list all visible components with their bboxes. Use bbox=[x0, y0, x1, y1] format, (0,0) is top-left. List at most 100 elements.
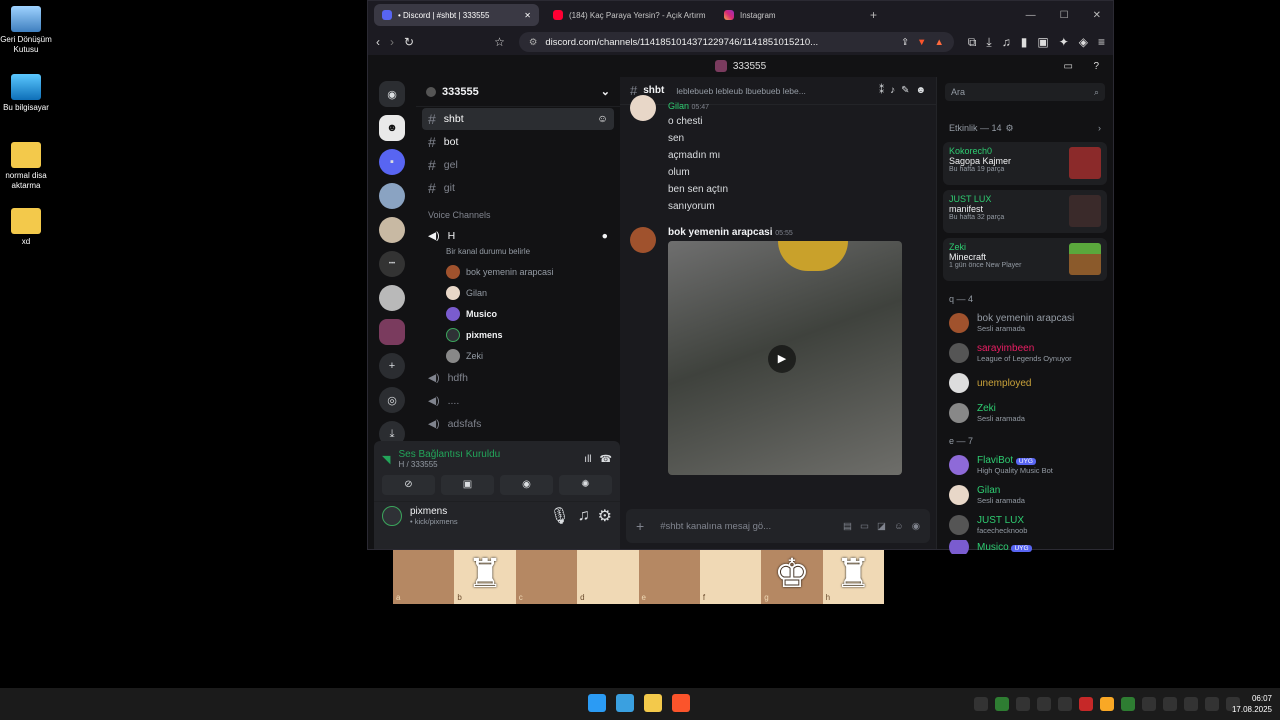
pin-icon[interactable]: ✎ bbox=[901, 85, 909, 96]
member-row[interactable]: bok yemenin arapcasi Sesli aramada bbox=[937, 308, 1113, 338]
server-avatar-3[interactable] bbox=[379, 217, 405, 243]
server-avatar-5[interactable] bbox=[379, 285, 405, 311]
reload-icon[interactable]: ↻ bbox=[404, 35, 414, 49]
desktop-icon-xd[interactable]: xd bbox=[0, 208, 52, 247]
widgets-icon[interactable] bbox=[616, 694, 634, 712]
tab-youtube[interactable]: (184) Kaç Paraya Yersin? - Açık Artırm bbox=[545, 4, 710, 26]
brave-shields-icon[interactable]: ▼ bbox=[917, 37, 926, 48]
server-avatar-2[interactable] bbox=[379, 183, 405, 209]
message-author[interactable]: bok yemenin arapcasi bbox=[668, 227, 773, 238]
address-bar[interactable]: ⚙ discord.com/channels/11418510143712297… bbox=[518, 32, 954, 52]
desktop-icon-recycle-bin[interactable]: Geri Dönüşüm Kutusu bbox=[0, 6, 52, 55]
server-avatar-1[interactable]: ☻ bbox=[379, 115, 405, 141]
server-header[interactable]: 333555 ⌄ bbox=[416, 77, 620, 107]
menu-icon[interactable]: ≡ bbox=[1098, 35, 1105, 49]
voice-user[interactable]: bok yemenin arapcasi bbox=[416, 261, 620, 282]
disconnect-icon[interactable]: ☎ bbox=[600, 454, 612, 465]
connection-title[interactable]: Ses Bağlantısı Kuruldu bbox=[398, 449, 500, 460]
activity-card[interactable]: Kokorech0 Sagopa Kajmer Bu hafta 19 parç… bbox=[943, 142, 1107, 185]
share-icon[interactable]: ⇪ bbox=[901, 37, 909, 48]
member-row[interactable]: Zeki Sesli aramada bbox=[937, 398, 1113, 428]
help-icon[interactable]: ? bbox=[1093, 61, 1099, 72]
chess-square[interactable]: e bbox=[638, 550, 700, 604]
voice-channel-dots[interactable]: ◀).... bbox=[422, 390, 614, 412]
steam-icon[interactable] bbox=[1058, 697, 1072, 711]
sidebar-icon[interactable]: ▮ bbox=[1021, 35, 1028, 49]
media-icon[interactable]: ♫ bbox=[1002, 35, 1011, 49]
mic-icon[interactable] bbox=[1163, 697, 1177, 711]
apps-icon[interactable]: ◉ bbox=[912, 521, 920, 532]
close-tab-icon[interactable]: ✕ bbox=[524, 11, 531, 20]
soundboard-icon[interactable]: ıll bbox=[584, 454, 591, 465]
site-settings-icon[interactable]: ⚙ bbox=[529, 37, 538, 48]
member-row[interactable]: Musico UYG bbox=[937, 540, 1113, 554]
voice-channels-header[interactable]: Voice Channels bbox=[416, 200, 620, 224]
tray-app-icon[interactable] bbox=[1100, 697, 1114, 711]
chess-square[interactable]: ♜ b bbox=[454, 550, 516, 604]
tray-app-icon[interactable] bbox=[974, 697, 988, 711]
settings-gear-icon[interactable]: ⚙ bbox=[598, 506, 612, 526]
chess-board[interactable]: a ♜ b c d e f ♚ g ♜ h bbox=[393, 550, 884, 604]
tray-app-icon[interactable] bbox=[1037, 697, 1051, 711]
activities-button[interactable]: ◉ bbox=[500, 475, 553, 495]
desktop-icon-folder-export[interactable]: normal disa aktarma bbox=[0, 142, 52, 191]
message-composer[interactable]: + #shbt kanalına mesaj gö... ▤ ▭ ◪ ☺ ◉ bbox=[626, 509, 930, 543]
add-member-icon[interactable]: ☺ bbox=[597, 113, 608, 125]
brave-browser-icon[interactable] bbox=[672, 694, 690, 712]
voice-user[interactable]: Zeki bbox=[416, 345, 620, 366]
tray-app-icon[interactable] bbox=[1121, 697, 1135, 711]
tab-instagram[interactable]: Instagram bbox=[716, 4, 856, 26]
windows-start-icon[interactable] bbox=[588, 694, 606, 712]
download-icon[interactable]: ⤓ bbox=[986, 35, 991, 50]
tray-app-icon[interactable] bbox=[1142, 697, 1156, 711]
activity-card[interactable]: JUST LUX manifest Bu hafta 32 parça bbox=[943, 190, 1107, 233]
chess-square[interactable]: f bbox=[699, 550, 762, 604]
forward-icon[interactable]: › bbox=[390, 35, 394, 49]
avatar[interactable] bbox=[382, 506, 402, 526]
screen-share-button[interactable]: ▣ bbox=[441, 475, 494, 495]
camera-button[interactable]: ⊘ bbox=[382, 475, 435, 495]
play-icon[interactable]: ▶ bbox=[768, 345, 796, 373]
activity-card[interactable]: Zeki Minecraft 1 gün önce New Player bbox=[943, 238, 1107, 281]
voice-channel-hdfh[interactable]: ◀) hdfh bbox=[422, 367, 614, 389]
white-rook-icon[interactable]: ♜ bbox=[454, 550, 515, 598]
inbox-icon[interactable]: ▭ bbox=[1064, 61, 1073, 72]
clock[interactable]: 06:07 17.08.2025 bbox=[1232, 693, 1272, 715]
mic-icon[interactable]: 🎙 bbox=[549, 506, 569, 526]
search-input[interactable]: Ara ⌕ bbox=[945, 83, 1105, 101]
emoji-icon[interactable]: ☺ bbox=[894, 521, 904, 532]
file-explorer-icon[interactable] bbox=[644, 694, 662, 712]
add-server-icon[interactable]: + bbox=[379, 353, 405, 379]
channel-bot[interactable]: # bot bbox=[422, 131, 614, 153]
nvidia-icon[interactable] bbox=[995, 697, 1009, 711]
leo-icon[interactable]: ✦ bbox=[1059, 35, 1069, 49]
member-row[interactable]: Gilan Sesli aramada bbox=[937, 480, 1113, 510]
add-attachment-icon[interactable]: + bbox=[636, 518, 644, 534]
new-tab-button[interactable]: + bbox=[870, 8, 877, 22]
white-rook-icon[interactable]: ♜ bbox=[823, 550, 884, 598]
tray-app-icon[interactable] bbox=[1079, 697, 1093, 711]
server-avatar-4[interactable]: ••• bbox=[379, 251, 405, 277]
server-avatar-active[interactable] bbox=[379, 319, 405, 345]
bell-icon[interactable]: ♪ bbox=[890, 85, 895, 96]
gif-icon[interactable]: ▭ bbox=[860, 521, 869, 532]
discord-home-icon[interactable]: ◉ bbox=[379, 81, 405, 107]
message-author[interactable]: Gilan bbox=[668, 101, 689, 111]
brave-rewards-icon[interactable]: ▲ bbox=[934, 37, 943, 48]
headphones-icon[interactable]: ♫ bbox=[578, 507, 590, 525]
bookmark-icon[interactable]: ☆ bbox=[494, 35, 505, 49]
chess-square[interactable]: a bbox=[393, 550, 455, 604]
back-icon[interactable]: ‹ bbox=[376, 35, 380, 49]
screenshot-icon[interactable]: ⧉ bbox=[968, 35, 977, 50]
voice-channel-h[interactable]: ◀) H ● bbox=[422, 225, 614, 247]
channel-git[interactable]: # git bbox=[422, 177, 614, 199]
member-row[interactable]: JUST LUX facechecknoob bbox=[937, 510, 1113, 540]
avatar[interactable] bbox=[630, 95, 656, 121]
chevron-right-icon[interactable]: › bbox=[1098, 123, 1101, 134]
chess-square[interactable]: ♚ g bbox=[761, 550, 823, 604]
channel-status[interactable]: Bir kanal durumu belirle bbox=[416, 247, 620, 261]
volume-icon[interactable] bbox=[1205, 697, 1219, 711]
minimize-icon[interactable]: — bbox=[1026, 10, 1036, 21]
sticker-icon[interactable]: ◪ bbox=[877, 521, 886, 532]
members-icon[interactable]: ☻ bbox=[915, 85, 926, 96]
